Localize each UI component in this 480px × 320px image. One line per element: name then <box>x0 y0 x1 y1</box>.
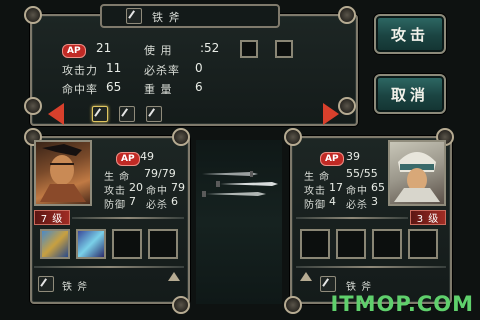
enemy-hit-value: 65 <box>371 181 385 194</box>
ornament-enemy-bottom <box>284 296 302 314</box>
enemy-hp-value: 55/55 <box>346 167 378 180</box>
hit-rate-value: 65 <box>106 80 122 94</box>
enemy-divider-2 <box>296 266 446 268</box>
ap-badge: AP <box>62 44 86 58</box>
ornament-enemy-left <box>284 128 302 146</box>
player-item-slot-1[interactable] <box>40 229 70 259</box>
ornament-mid-left <box>24 97 42 115</box>
enemy-hit-label: 命中 <box>346 186 368 197</box>
enemy-item-slot-3[interactable] <box>372 229 402 259</box>
axe-icon <box>126 8 142 24</box>
prev-weapon-arrow-icon[interactable] <box>48 103 64 125</box>
player-def-value: 7 <box>129 195 136 208</box>
enemy-crit-value: 3 <box>371 195 378 208</box>
player-ap-badge: AP <box>116 152 140 166</box>
player-ap-value: 49 <box>140 150 154 163</box>
enemy-item-slot-1[interactable] <box>300 229 330 259</box>
empty-slot-2[interactable] <box>275 40 293 58</box>
weapon-ap-value: 21 <box>96 41 112 55</box>
versus-area <box>196 140 282 304</box>
enemy-item-slot-4[interactable] <box>408 229 438 259</box>
player-hp-label: 生 命 <box>104 172 131 183</box>
weapon-choice-axe-3-icon[interactable] <box>146 106 162 122</box>
enemy-portrait <box>388 140 446 206</box>
player-divider-2 <box>34 266 184 268</box>
cancel-button[interactable]: 取消 <box>374 74 446 114</box>
weapon-choice-axe-2-icon[interactable] <box>119 106 135 122</box>
enemy-def-value: 4 <box>329 195 336 208</box>
enemy-item-slot-2[interactable] <box>336 229 366 259</box>
player-item-slot-3[interactable] <box>112 229 142 259</box>
player-weapon-name: 铁 斧 <box>62 282 89 293</box>
attack-power-label: 攻击力 <box>62 64 98 77</box>
enemy-scroll-indicator-icon <box>300 272 312 281</box>
player-def-label: 防御 <box>104 200 126 211</box>
player-item-slot-4[interactable] <box>148 229 178 259</box>
enemy-divider <box>296 217 408 219</box>
player-weapon-axe-icon <box>38 276 54 292</box>
weight-value: 6 <box>195 80 203 94</box>
enemy-atk-label: 攻击 <box>304 186 326 197</box>
player-hit-label: 命中 <box>146 186 168 197</box>
weight-label: 重 量 <box>144 83 173 96</box>
player-item-slot-2[interactable] <box>76 229 106 259</box>
enemy-crit-label: 必杀 <box>346 200 368 211</box>
enemy-ap-badge: AP <box>320 152 344 166</box>
ornament-mid-right <box>338 97 356 115</box>
player-atk-value: 20 <box>129 181 143 194</box>
uses-label: 使 用 <box>144 44 173 57</box>
player-scroll-indicator-icon <box>168 272 180 281</box>
player-hp-value: 79/79 <box>144 167 176 180</box>
hit-rate-label: 命中率 <box>62 83 98 96</box>
enemy-ap-value: 39 <box>346 150 360 163</box>
enemy-weapon-name: 铁 斧 <box>346 282 373 293</box>
crit-rate-label: 必杀率 <box>144 64 180 77</box>
weapon-choice-axe-1-icon[interactable] <box>92 106 108 122</box>
player-atk-label: 攻击 <box>104 186 126 197</box>
enemy-def-label: 防御 <box>304 200 326 211</box>
ornament-player-right <box>172 128 190 146</box>
next-weapon-arrow-icon[interactable] <box>323 103 339 125</box>
crit-rate-value: 0 <box>195 61 203 75</box>
ornament-top-left <box>24 6 42 24</box>
watermark: ITMOP.COM <box>330 292 474 316</box>
enemy-atk-value: 17 <box>329 181 343 194</box>
player-hit-value: 79 <box>171 181 185 194</box>
enemy-hp-label: 生 命 <box>304 172 331 183</box>
player-level-badge: 7 级 <box>34 210 70 225</box>
player-divider <box>72 217 184 219</box>
uses-value: :52 <box>200 41 220 55</box>
empty-slot-1[interactable] <box>240 40 258 58</box>
ornament-top-right <box>338 6 356 24</box>
player-crit-value: 6 <box>171 195 178 208</box>
player-portrait <box>34 140 92 206</box>
player-crit-label: 必杀 <box>146 200 168 211</box>
enemy-weapon-axe-icon <box>320 276 336 292</box>
enemy-face-icon <box>394 152 440 202</box>
weapon-title: 铁 斧 <box>152 11 181 24</box>
player-face-icon <box>40 144 86 202</box>
attack-power-value: 11 <box>106 61 122 75</box>
attack-button[interactable]: 攻击 <box>374 14 446 54</box>
ornament-player-bottom <box>172 296 190 314</box>
weapons-clash-icon <box>202 171 278 197</box>
enemy-level-badge: 3 级 <box>410 210 446 225</box>
